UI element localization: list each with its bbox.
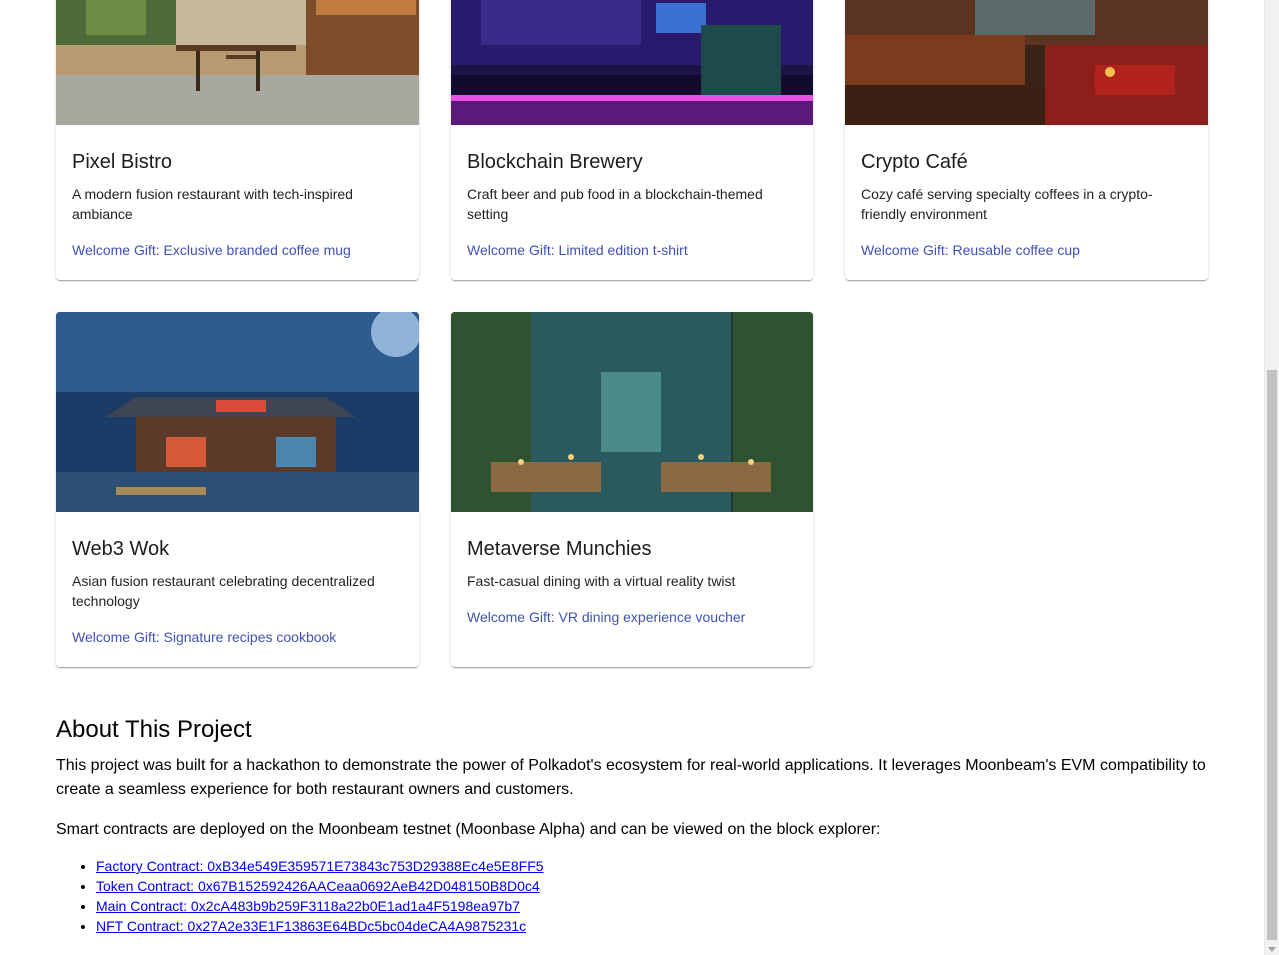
list-item: Main Contract: 0x2cA483b9b259F3118a22b0E… (96, 896, 1216, 916)
welcome-gift: Welcome Gift: VR dining experience vouch… (467, 609, 746, 625)
restaurant-image (56, 312, 419, 512)
welcome-gift: Welcome Gift: Reusable coffee cup (861, 242, 1080, 258)
welcome-gift: Welcome Gift: Exclusive branded coffee m… (72, 242, 351, 258)
restaurant-card[interactable]: Web3 Wok Asian fusion restaurant celebra… (56, 312, 419, 667)
restaurant-description: Asian fusion restaurant celebrating dece… (72, 573, 375, 609)
vertical-scrollbar[interactable] (1264, 0, 1279, 955)
list-item: NFT Contract: 0x27A2e33E1F13863E64BDc5bc… (96, 916, 1216, 936)
list-item: Token Contract: 0x67B152592426AACeaa0692… (96, 876, 1216, 896)
restaurant-name: Metaverse Munchies (467, 538, 652, 560)
restaurant-image (451, 312, 813, 512)
page: Pixel Bistro A modern fusion restaurant … (0, 0, 1264, 955)
factory-contract-link[interactable]: Factory Contract: 0xB34e549E359571E73843… (96, 858, 544, 874)
restaurant-image (845, 0, 1208, 125)
restaurant-card[interactable]: Blockchain Brewery Craft beer and pub fo… (451, 0, 813, 280)
token-contract-link[interactable]: Token Contract: 0x67B152592426AACeaa0692… (96, 878, 540, 894)
restaurant-card[interactable]: Crypto Café Cozy café serving specialty … (845, 0, 1208, 280)
restaurant-image (56, 0, 419, 125)
list-item: Factory Contract: 0xB34e549E359571E73843… (96, 856, 1216, 876)
contract-list: Factory Contract: 0xB34e549E359571E73843… (56, 856, 1216, 936)
restaurant-description: A modern fusion restaurant with tech-ins… (72, 186, 353, 222)
about-title: About This Project (56, 716, 252, 743)
main-contract-link[interactable]: Main Contract: 0x2cA483b9b259F3118a22b0E… (96, 898, 520, 914)
welcome-gift: Welcome Gift: Signature recipes cookbook (72, 629, 337, 645)
scrollbar-thumb[interactable] (1267, 370, 1277, 940)
restaurant-description: Fast-casual dining with a virtual realit… (467, 573, 736, 589)
restaurant-name: Pixel Bistro (72, 151, 173, 173)
restaurant-image (451, 0, 813, 125)
about-section: About This Project This project was buil… (56, 712, 1216, 936)
contracts-intro: Smart contracts are deployed on the Moon… (56, 821, 881, 838)
restaurant-name: Crypto Café (861, 151, 968, 173)
restaurant-grid: Pixel Bistro A modern fusion restaurant … (56, 0, 1208, 667)
restaurant-description: Cozy café serving specialty coffees in a… (861, 186, 1153, 222)
scroll-down-icon[interactable] (1268, 947, 1276, 952)
restaurant-name: Blockchain Brewery (467, 151, 643, 173)
about-paragraph: This project was built for a hackathon t… (56, 757, 1206, 798)
restaurant-description: Craft beer and pub food in a blockchain-… (467, 186, 763, 222)
restaurant-card[interactable]: Pixel Bistro A modern fusion restaurant … (56, 0, 419, 280)
welcome-gift: Welcome Gift: Limited edition t-shirt (467, 242, 688, 258)
restaurant-card[interactable]: Metaverse Munchies Fast-casual dining wi… (451, 312, 813, 667)
nft-contract-link[interactable]: NFT Contract: 0x27A2e33E1F13863E64BDc5bc… (96, 918, 526, 934)
restaurant-name: Web3 Wok (72, 538, 170, 560)
